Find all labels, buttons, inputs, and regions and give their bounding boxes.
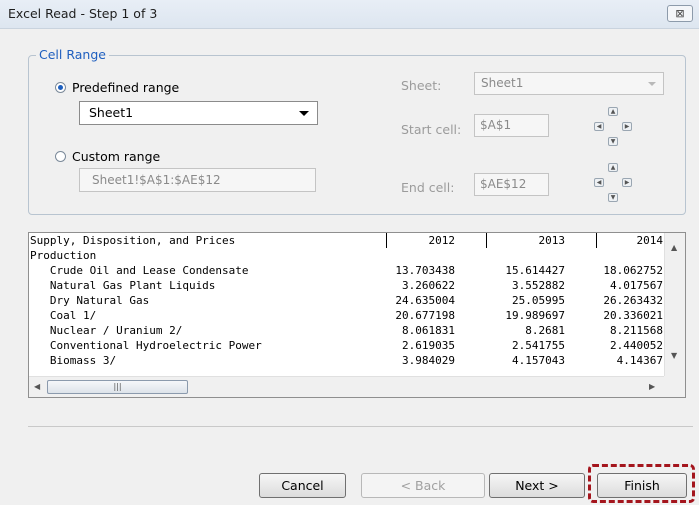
value-cell: 15.614427	[505, 264, 565, 277]
predefined-range-option[interactable]: Predefined range	[55, 80, 179, 95]
cancel-button[interactable]: Cancel	[259, 473, 346, 498]
scroll-corner	[664, 376, 685, 397]
value-cell: 26.263432	[603, 294, 663, 307]
custom-range-label: Custom range	[72, 149, 161, 164]
row-label-cell: Biomass 3/	[30, 354, 117, 367]
value-cell: 18.062752	[603, 264, 663, 277]
title-bar: Excel Read - Step 1 of 3 ⊠	[0, 0, 699, 29]
column-divider	[596, 233, 597, 248]
value-cell: 2013	[538, 234, 566, 247]
value-cell: 3.552882	[512, 279, 565, 292]
table-row: Production	[29, 248, 665, 263]
scroll-left-icon[interactable]: ◀	[34, 382, 40, 391]
vertical-scrollbar[interactable]: ▲ ▼	[664, 233, 685, 377]
row-label-cell: Coal 1/	[30, 309, 97, 322]
value-cell	[459, 248, 565, 263]
arrow-up-icon[interactable]: ▲	[608, 163, 618, 172]
value-cell: 24.635004	[395, 294, 455, 307]
scroll-right-icon[interactable]: ▶	[649, 382, 655, 391]
cell-range-legend: Cell Range	[36, 47, 109, 62]
column-divider	[386, 233, 387, 248]
value-cell: 20.336021	[603, 309, 663, 322]
start-cell-input[interactable]: $A$1	[474, 114, 549, 137]
end-cell-nudge: ▲ ◀ ▶ ▼	[590, 163, 636, 203]
scroll-down-icon[interactable]: ▼	[671, 351, 677, 360]
arrow-right-icon[interactable]: ▶	[622, 178, 632, 187]
custom-range-input[interactable]: Sheet1!$A$1:$AE$12	[79, 168, 316, 192]
custom-range-option[interactable]: Custom range	[55, 149, 160, 164]
value-cell: 20.677198	[395, 309, 455, 322]
value-cell: 19.989697	[505, 309, 565, 322]
chevron-down-icon	[299, 111, 309, 116]
predefined-range-radio[interactable]	[55, 82, 66, 93]
value-cell: 4.017567	[610, 279, 663, 292]
value-cell: 2.619035	[402, 339, 455, 352]
arrow-down-icon[interactable]: ▼	[608, 137, 618, 146]
start-cell-label: Start cell:	[401, 122, 462, 137]
value-cell: 3.984029	[402, 354, 455, 367]
value-cell: 2014	[636, 234, 664, 247]
scroll-thumb[interactable]: |||	[47, 380, 188, 394]
arrow-left-icon[interactable]: ◀	[594, 122, 604, 131]
arrow-left-icon[interactable]: ◀	[594, 178, 604, 187]
table-row: Conventional Hydroelectric Power 2.619035…	[29, 338, 665, 353]
table-row: Natural Gas Plant Liquids 3.260622 3.55288…	[29, 278, 665, 293]
value-cell: 2012	[428, 234, 456, 247]
data-preview[interactable]: Supply, Disposition, and Prices 2012 2013 2…	[28, 232, 686, 398]
value-cell: 8.061831	[402, 324, 455, 337]
column-divider	[486, 233, 487, 248]
arrow-up-icon[interactable]: ▲	[608, 107, 618, 116]
next-button[interactable]: Next >	[489, 473, 585, 498]
row-label-cell: Conventional Hydroelectric Power	[30, 339, 262, 352]
row-label-cell: Crude Oil and Lease Condensate	[30, 264, 249, 277]
value-cell: 2.541755	[512, 339, 565, 352]
value-cell: 8.2681	[525, 324, 565, 337]
sheet-select[interactable]: Sheet1	[474, 72, 664, 95]
row-label-cell: Supply, Disposition, and Prices	[30, 234, 236, 247]
row-label-cell: Production	[30, 249, 97, 262]
value-cell: 13.703438	[395, 264, 455, 277]
table-row: Crude Oil and Lease Condensate 13.703438 1…	[29, 263, 665, 278]
horizontal-scrollbar[interactable]: ◀ ||| ▶	[29, 376, 665, 397]
close-button[interactable]: ⊠	[667, 5, 693, 22]
row-label-cell: Natural Gas Plant Liquids	[30, 279, 216, 292]
arrow-right-icon[interactable]: ▶	[622, 122, 632, 131]
predefined-range-value: Sheet1	[89, 105, 134, 120]
value-cell: 3.260622	[402, 279, 455, 292]
sheet-value: Sheet1	[481, 76, 524, 90]
separator	[28, 426, 693, 427]
value-cell	[359, 248, 455, 263]
custom-range-radio[interactable]	[55, 151, 66, 162]
value-cell: 4.157043	[512, 354, 565, 367]
start-cell-nudge: ▲ ◀ ▶ ▼	[590, 107, 636, 147]
value-cell: 8.211568	[610, 324, 663, 337]
table-row: Nuclear / Uranium 2/8.061831 8.2681 8.2115…	[29, 323, 665, 338]
value-cell: 25.05995	[512, 294, 565, 307]
predefined-range-select[interactable]: Sheet1	[79, 101, 318, 125]
scroll-up-icon[interactable]: ▲	[671, 243, 677, 252]
value-cell: 4.14367	[616, 354, 663, 367]
window-title: Excel Read - Step 1 of 3	[8, 6, 158, 21]
table-row: Biomass 3/3.9840294.1570434.143674	[29, 353, 665, 368]
value-cell	[569, 248, 663, 263]
chevron-down-icon	[648, 82, 656, 86]
end-cell-label: End cell:	[401, 180, 455, 195]
row-label-cell: Dry Natural Gas	[30, 294, 150, 307]
predefined-range-label: Predefined range	[72, 80, 180, 95]
finish-highlight	[588, 464, 695, 503]
back-button[interactable]: < Back	[361, 473, 485, 498]
arrow-down-icon[interactable]: ▼	[608, 193, 618, 202]
end-cell-input[interactable]: $AE$12	[474, 173, 549, 196]
value-cell: 2.440052	[610, 339, 663, 352]
excel-read-dialog: Excel Read - Step 1 of 3 ⊠ Cell Range Pr…	[0, 0, 699, 505]
row-label-cell: Nuclear / Uranium 2/	[30, 324, 183, 337]
preview-grid: Supply, Disposition, and Prices 2012 2013 2…	[29, 233, 665, 377]
sheet-label: Sheet:	[401, 78, 442, 93]
table-row: Supply, Disposition, and Prices 2012 2013 2…	[29, 233, 665, 248]
table-row: Dry Natural Gas 24.635004 25.05995 26.26343…	[29, 293, 665, 308]
table-row: Coal 1/20.67719819.98969720.33602120	[29, 308, 665, 323]
